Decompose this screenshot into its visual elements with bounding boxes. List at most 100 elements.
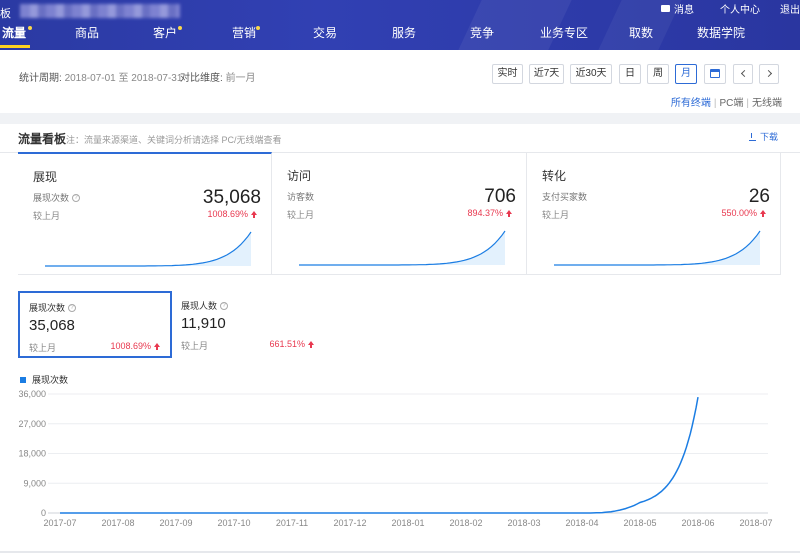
card-visits[interactable]: 访问 访客数 706 较上月 894.37% (272, 153, 527, 275)
terminal-switch: 所有终端 | PC端 | 无线端 (670, 98, 782, 109)
brand-title: 板 (0, 8, 11, 20)
compare-dimension-label: 对比维度: (180, 73, 223, 84)
mail-icon (661, 4, 670, 12)
top-header: 板 消息 个人中心 退出 流量 商品 客户 营销 交易 服务 竞争 业务专区 取… (0, 0, 800, 50)
sub-metric-value: 11,910 (181, 315, 226, 332)
sparkline (299, 230, 506, 266)
x-tick-label: 2017-08 (101, 518, 134, 528)
top-links: 消息 个人中心 退出 (635, 1, 800, 16)
chevron-right-icon (764, 69, 772, 78)
next-period-button[interactable] (759, 64, 779, 84)
card-value: 706 (484, 186, 516, 207)
sub-metric-label-text: 展现次数 (29, 303, 66, 313)
card-value: 35,068 (202, 187, 261, 208)
help-icon[interactable]: ? (68, 303, 77, 312)
y-tick-label: 0 (41, 508, 46, 518)
card-change-value: 894.37% (467, 208, 503, 218)
section-divider (0, 113, 800, 124)
card-change-value: 550.00% (721, 208, 757, 218)
card-metric: 展现次数 ? (33, 191, 81, 204)
y-tick-label: 36,000 (18, 389, 46, 399)
panel-title: 流量看板 (18, 132, 67, 146)
prev-period-button[interactable] (733, 64, 753, 84)
download-icon (748, 132, 756, 141)
download-button[interactable]: 下载 (748, 130, 778, 143)
sub-metric-exposure-count[interactable]: 展现次数 ? 35,068 较上月 1008.69% (18, 291, 172, 358)
card-metric-label: 访客数 (287, 192, 315, 202)
nav-traffic[interactable]: 流量 (0, 24, 31, 48)
nav-business-zone[interactable]: 业务专区 (540, 24, 588, 48)
calendar-button[interactable] (704, 64, 726, 84)
arrow-up-icon (760, 210, 766, 217)
stat-period-label: 统计周期: (19, 73, 62, 84)
nav-customer[interactable]: 客户 (153, 24, 177, 48)
nav-service[interactable]: 服务 (392, 24, 416, 48)
nav-marketing[interactable]: 营销 (232, 24, 256, 48)
calendar-icon (710, 69, 720, 78)
series-line-exposure-count (60, 396, 699, 514)
x-tick-label: 2017-09 (159, 518, 192, 528)
x-tick-label: 2018-07 (739, 518, 772, 528)
sub-metric-label-text: 展现人数 (181, 301, 218, 311)
sub-metric-label: 展现次数 ? (29, 301, 77, 314)
help-icon[interactable]: ? (220, 301, 229, 310)
card-exposure[interactable]: 展现 展现次数 ? 35,068 较上月 1008.69% (18, 152, 272, 275)
btn-week[interactable]: 周 (647, 64, 669, 84)
compare-dimension-value: 前一月 (225, 73, 256, 84)
blurred-shop-name (20, 4, 180, 18)
nav-product[interactable]: 商品 (75, 24, 99, 48)
sub-metric-value: 35,068 (29, 317, 75, 334)
card-metric: 访客数 (287, 190, 314, 203)
btn-month[interactable]: 月 (675, 64, 697, 84)
chevron-left-icon (740, 69, 748, 78)
compare-dimension: 对比维度: 前一月 (180, 69, 256, 84)
sub-metric-change: 661.51% (269, 339, 314, 349)
btn-last-30-days[interactable]: 近30天 (570, 64, 612, 84)
card-change-value: 1008.69% (207, 209, 248, 219)
arrow-up-icon (506, 210, 512, 217)
card-metric-label: 展现次数 (33, 193, 70, 203)
nav-dot-traffic (28, 26, 32, 30)
terminal-pc[interactable]: PC端 (719, 98, 743, 109)
terminal-all[interactable]: 所有终端 (671, 98, 711, 109)
arrow-up-icon (308, 341, 314, 348)
x-tick-label: 2018-03 (507, 518, 540, 528)
btn-last-7-days[interactable]: 近7天 (529, 64, 564, 84)
terminal-wireless[interactable]: 无线端 (752, 98, 782, 109)
logout-link[interactable]: 退出 (780, 1, 800, 16)
card-conversion[interactable]: 转化 支付买家数 26 较上月 550.00% (527, 153, 781, 275)
btn-realtime[interactable]: 实时 (492, 64, 523, 84)
sub-metric-compare-label: 较上月 (181, 341, 209, 351)
card-compare-label: 较上月 (287, 210, 315, 220)
x-tick-label: 2018-02 (449, 518, 482, 528)
btn-day[interactable]: 日 (619, 64, 641, 84)
help-icon[interactable]: ? (72, 193, 81, 202)
card-metric: 支付买家数 (542, 190, 587, 203)
nav-competition[interactable]: 竞争 (470, 24, 494, 48)
card-change: 550.00% (721, 208, 766, 218)
x-tick-label: 2018-01 (391, 518, 424, 528)
x-tick-label: 2018-05 (623, 518, 656, 528)
sub-metric-exposure-users[interactable]: 展现人数 ? 11,910 较上月 661.51% (172, 291, 324, 358)
sparkline-area (554, 231, 760, 265)
card-compare-label: 较上月 (542, 210, 570, 220)
nav-data-fetch[interactable]: 取数 (629, 24, 653, 48)
sparkline (45, 231, 252, 267)
x-tick-label: 2018-04 (565, 518, 598, 528)
sub-metric-change: 1008.69% (110, 341, 160, 351)
card-compare-label: 较上月 (33, 211, 61, 221)
nav-data-academy[interactable]: 数据学院 (697, 24, 745, 48)
y-tick-label: 27,000 (18, 419, 46, 429)
x-tick-label: 2017-12 (333, 518, 366, 528)
card-title: 访问 (287, 169, 312, 183)
x-tick-label: 2017-07 (43, 518, 76, 528)
nav-dot-marketing (256, 26, 260, 30)
sub-metric-compare-label: 较上月 (29, 343, 57, 353)
messages-link[interactable]: 消息 (661, 1, 694, 16)
x-tick-label: 2017-11 (276, 518, 308, 528)
arrow-up-icon (251, 211, 257, 218)
nav-trade[interactable]: 交易 (313, 24, 337, 48)
x-tick-label: 2017-10 (217, 518, 250, 528)
personal-center-link[interactable]: 个人中心 (720, 1, 760, 16)
y-tick-label: 18,000 (18, 449, 46, 459)
